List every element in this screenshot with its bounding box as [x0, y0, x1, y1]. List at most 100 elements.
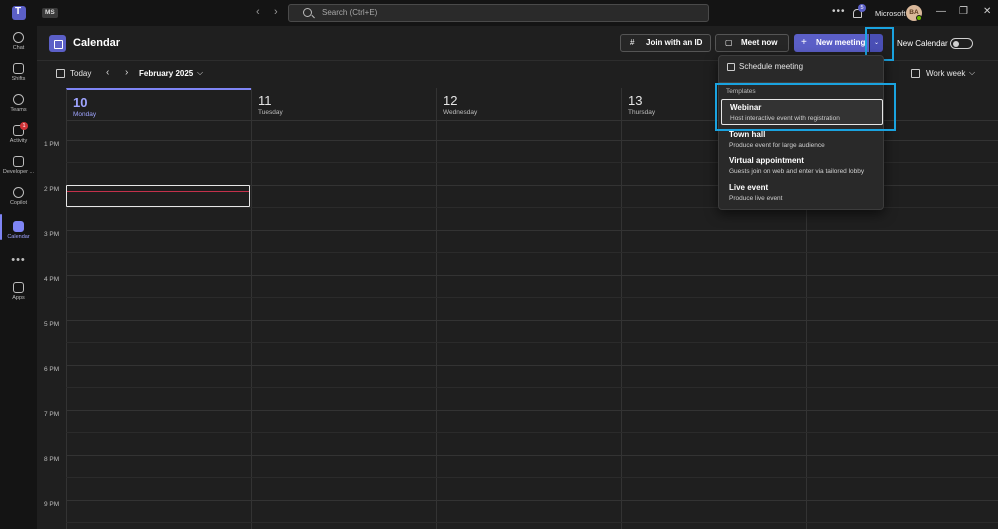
- rail-item-calendar[interactable]: Calendar: [0, 221, 37, 249]
- view-calendar-icon: [911, 69, 920, 78]
- video-camera-icon: ▢: [725, 38, 733, 47]
- rail-item-label: Teams: [10, 107, 27, 113]
- chevron-down-icon[interactable]: ⌵: [969, 68, 975, 78]
- rail-item-teams[interactable]: Teams: [0, 94, 37, 122]
- copilot-icon: [13, 187, 24, 198]
- day-number: 13: [628, 93, 643, 108]
- view-switcher[interactable]: Work week: [926, 69, 965, 78]
- menu-item-title: Virtual appointment: [729, 156, 804, 165]
- developer-icon: [13, 156, 24, 167]
- hour-line: [66, 275, 998, 276]
- previous-week-icon[interactable]: ‹: [106, 67, 109, 78]
- day-number: 12: [443, 93, 458, 108]
- org-badge[interactable]: MS: [42, 8, 58, 18]
- new-calendar-label: New Calendar: [897, 39, 948, 48]
- day-number: 11: [258, 93, 272, 108]
- hour-line: [66, 365, 998, 366]
- notification-count: 5: [858, 4, 866, 12]
- rail-item-apps[interactable]: Apps: [0, 282, 37, 310]
- more-options-icon[interactable]: •••: [832, 6, 846, 17]
- rail-item-label: Activity: [9, 138, 28, 144]
- toggle-knob: [953, 40, 959, 47]
- hour-line: [66, 320, 998, 321]
- time-label: 5 PM: [44, 321, 60, 328]
- rail-item-chat[interactable]: Chat: [0, 32, 37, 60]
- time-label: 7 PM: [44, 411, 60, 418]
- hour-line: [66, 455, 998, 456]
- join-with-id-label: Join with an ID: [646, 38, 703, 47]
- rail-item-label: Developer ...: [2, 169, 35, 175]
- close-icon[interactable]: ✕: [983, 6, 991, 17]
- shifts-icon: [13, 63, 24, 74]
- today-button[interactable]: Today: [70, 69, 91, 78]
- new-meeting-dropdown-menu: Schedule meeting Templates Webinar Host …: [718, 55, 884, 210]
- notifications-button[interactable]: 5: [852, 4, 866, 20]
- teams-icon: [13, 94, 24, 105]
- more-apps-icon[interactable]: •••: [0, 254, 37, 266]
- time-label: 3 PM: [44, 231, 60, 238]
- new-meeting-button[interactable]: + New meeting: [794, 34, 869, 52]
- forward-arrow-icon[interactable]: ›: [274, 6, 278, 18]
- teams-logo-icon[interactable]: [12, 6, 26, 20]
- half-hour-line: [66, 522, 998, 523]
- rail-item-label: Calendar: [7, 234, 30, 240]
- back-arrow-icon[interactable]: ‹: [256, 6, 260, 18]
- day-header-monday[interactable]: 10 Monday: [66, 88, 251, 121]
- page-title: Calendar: [73, 37, 121, 49]
- half-hour-line: [66, 432, 998, 433]
- join-with-id-button[interactable]: # Join with an ID: [620, 34, 711, 52]
- day-column[interactable]: [66, 121, 67, 529]
- time-label: 1 PM: [44, 141, 60, 148]
- rail-item-activity[interactable]: 1 Activity: [0, 122, 37, 153]
- search-input[interactable]: Search (Ctrl+E): [288, 4, 709, 22]
- next-week-icon[interactable]: ›: [125, 67, 128, 78]
- apps-plus-icon: [13, 282, 24, 293]
- day-header-wednesday[interactable]: 12 Wednesday: [436, 88, 621, 121]
- menu-item-live-event[interactable]: Live event Produce live event: [721, 180, 883, 206]
- day-column[interactable]: [621, 121, 622, 529]
- rail-item-label: Shifts: [11, 76, 26, 82]
- rail-item-shifts[interactable]: Shifts: [0, 63, 37, 91]
- menu-item-title: Live event: [729, 183, 769, 192]
- day-column[interactable]: [436, 121, 437, 529]
- chat-icon: [13, 32, 24, 43]
- search-icon: [303, 8, 312, 17]
- hour-line: [66, 500, 998, 501]
- half-hour-line: [66, 297, 998, 298]
- menu-item-virtual-appointment[interactable]: Virtual appointment Guests join on web a…: [721, 153, 883, 179]
- calendar-icon: [13, 221, 24, 232]
- rail-item-developer[interactable]: Developer ...: [0, 156, 37, 184]
- menu-item-desc: Produce live event: [729, 195, 783, 202]
- minimize-icon[interactable]: —: [936, 6, 946, 17]
- hour-line: [66, 230, 998, 231]
- day-name: Tuesday: [258, 109, 283, 116]
- activity-badge: 1: [20, 122, 28, 130]
- rail-item-label: Chat: [12, 45, 25, 51]
- schedule-meeting-label: Schedule meeting: [739, 62, 804, 71]
- day-number: 10: [73, 95, 88, 110]
- meet-now-button[interactable]: ▢ Meet now: [715, 34, 789, 52]
- day-name: Thursday: [628, 109, 656, 116]
- menu-item-desc: Produce event for large audience: [729, 142, 825, 149]
- day-header-tuesday[interactable]: 11 Tuesday: [251, 88, 436, 121]
- rail-item-label: Copilot: [9, 200, 28, 206]
- day-column[interactable]: [251, 121, 252, 529]
- app-rail: Chat Shifts Teams 1 Activity Developer .…: [0, 26, 37, 529]
- day-name: Wednesday: [443, 109, 478, 116]
- time-label: 9 PM: [44, 501, 60, 508]
- menu-item-desc: Guests join on web and enter via tailore…: [729, 168, 865, 175]
- new-calendar-toggle[interactable]: [950, 38, 973, 49]
- rail-item-label: Apps: [12, 295, 25, 301]
- restore-icon[interactable]: ❐: [959, 6, 968, 17]
- selected-time-slot[interactable]: [66, 185, 250, 207]
- time-label: 4 PM: [44, 276, 60, 283]
- schedule-meeting-item[interactable]: Schedule meeting: [719, 56, 883, 78]
- time-label: 2 PM: [44, 186, 60, 193]
- chevron-down-icon[interactable]: ⌵: [197, 68, 203, 78]
- half-hour-line: [66, 342, 998, 343]
- calendar-app-icon: [49, 35, 66, 52]
- hour-line: [66, 410, 998, 411]
- month-picker[interactable]: February 2025: [139, 69, 193, 78]
- presence-status-icon: [916, 15, 922, 21]
- rail-item-copilot[interactable]: Copilot: [0, 187, 37, 215]
